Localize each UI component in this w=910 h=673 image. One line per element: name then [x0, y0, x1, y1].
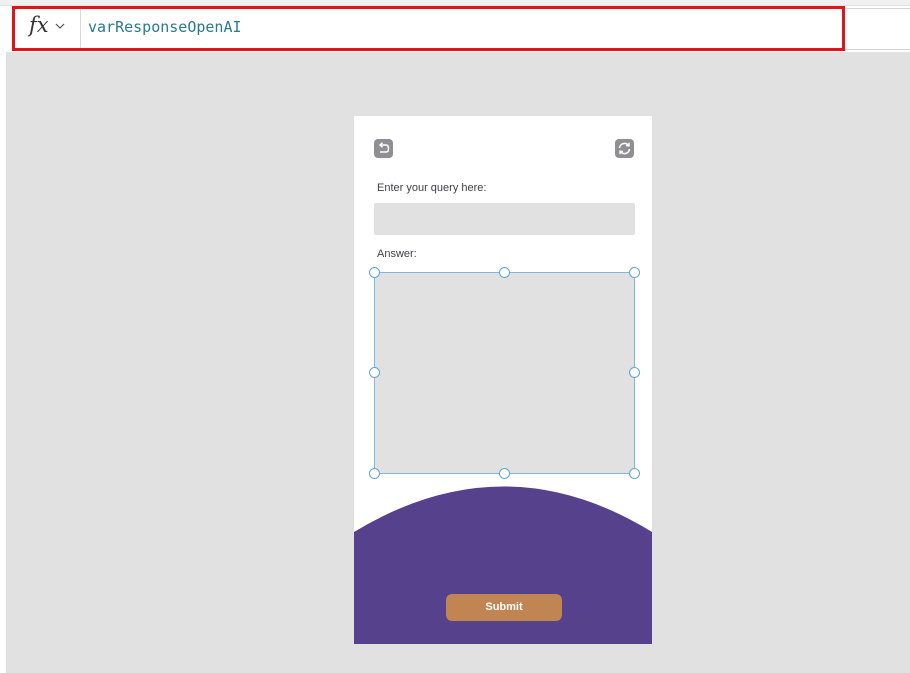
fx-icon: fx — [29, 13, 49, 37]
app-screen: Enter your query here: Answer: Submit — [354, 116, 652, 644]
resize-handle-top-right[interactable] — [629, 267, 640, 278]
back-arrow-icon — [378, 142, 390, 153]
query-label: Enter your query here: — [377, 182, 487, 194]
answer-textbox[interactable] — [374, 272, 635, 474]
resize-handle-middle-left[interactable] — [369, 367, 380, 378]
back-button[interactable] — [374, 139, 393, 158]
chevron-down-icon — [55, 23, 65, 29]
fx-dropdown-button[interactable]: fx — [14, 9, 81, 49]
formula-bar: fx varResponseOpenAI — [14, 8, 910, 50]
answer-label: Answer: — [377, 248, 417, 260]
refresh-icon — [618, 142, 631, 155]
submit-button[interactable]: Submit — [446, 594, 562, 621]
refresh-button[interactable] — [615, 139, 634, 158]
query-input[interactable] — [374, 203, 635, 235]
resize-handle-middle-right[interactable] — [629, 367, 640, 378]
resize-handle-top-center[interactable] — [499, 267, 510, 278]
top-border — [0, 0, 910, 6]
formula-input[interactable]: varResponseOpenAI — [88, 18, 242, 36]
resize-handle-top-left[interactable] — [369, 267, 380, 278]
